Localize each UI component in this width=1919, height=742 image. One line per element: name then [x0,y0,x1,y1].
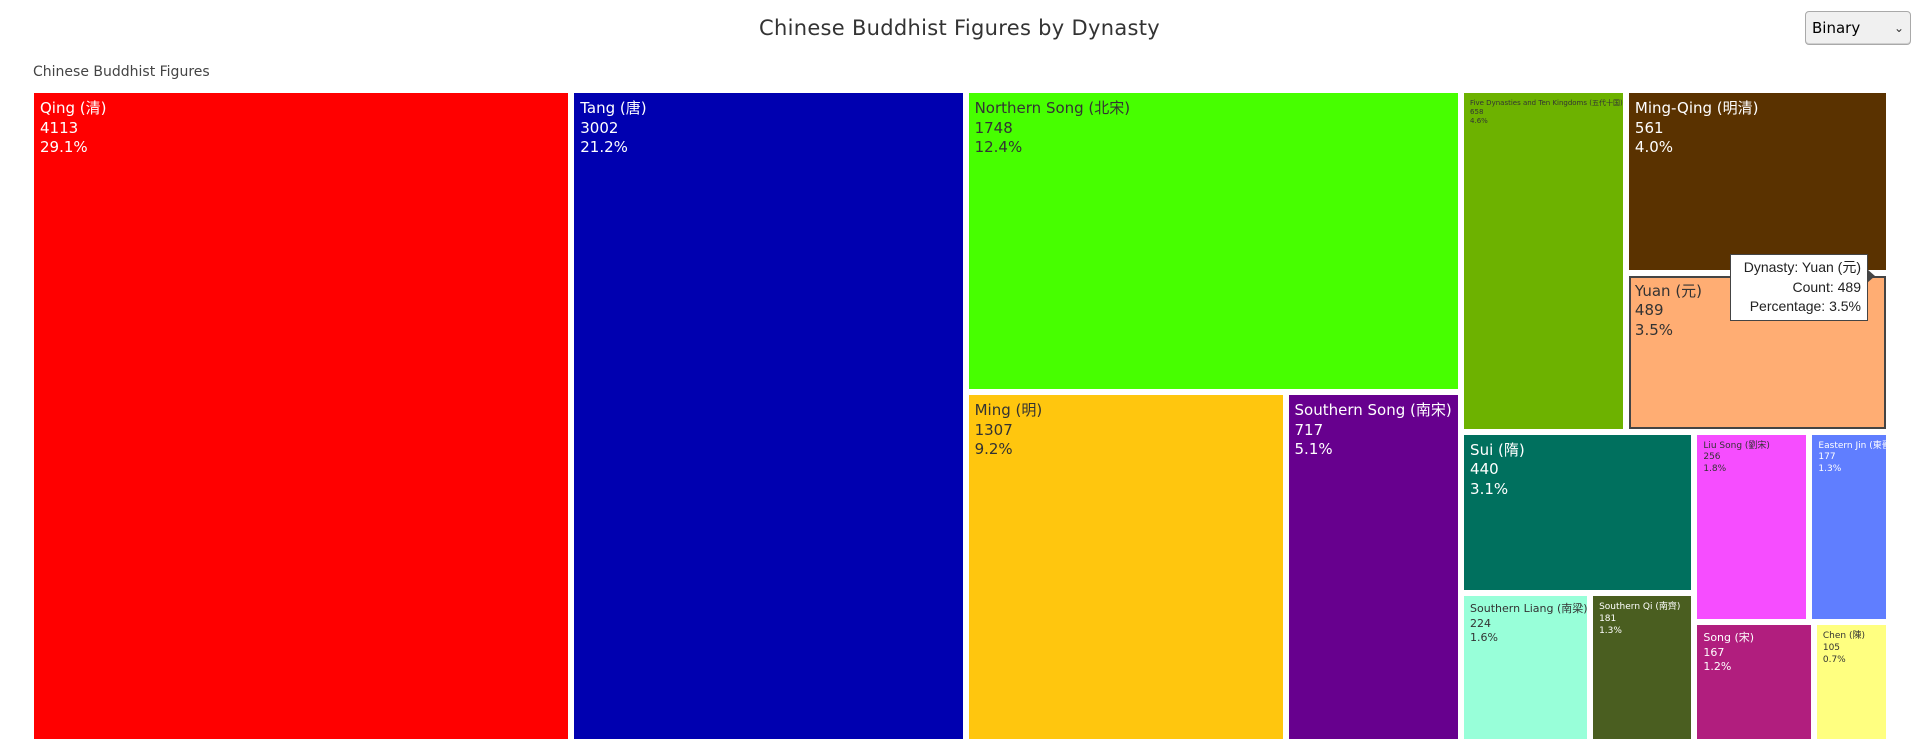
tile-value: 4113 [40,118,79,137]
tile-label: Liu Song (劉宋) [1703,440,1770,451]
treemap-tile-five-dynasties-and-ten-kingdoms[interactable]: Five Dynasties and Ten Kingdoms (五代十国) 65… [1464,93,1623,429]
tile-percentage: 1.3% [1818,464,1842,475]
tile-percentage: 21.2% [580,138,628,156]
tile-value: 105 [1822,643,1841,653]
tile-percentage: 0.7% [1822,654,1846,665]
tooltip-count: Count: 489 [1792,278,1862,295]
hover-tooltip: Dynasty: Yuan (元) Count: 489 Percentage:… [1730,254,1875,321]
tile-label: Southern Song (南宋) [1294,401,1452,420]
tile-percentage: 5.1% [1294,440,1333,459]
tile-value: 1307 [974,420,1013,439]
tile-label: Chen (陳) [1822,631,1865,642]
tile-label: Northern Song (北宋) [974,99,1131,117]
treemap-tile-eastern-jin[interactable]: Eastern Jin (東晉)1771.3% [1812,434,1886,620]
tile-value: 177 [1818,452,1836,463]
treemap-tile-southern-song[interactable]: Southern Song (南宋) 717 5.1% [1288,395,1459,739]
treemap-tile-southern-liang[interactable]: Southern Liang (南梁) 224 1.6% [1464,596,1588,739]
treemap-tile-ming[interactable]: Ming (明) 1307 9.2% [968,395,1283,739]
tile-value: 181 [1599,614,1617,625]
tile-label: Yuan (元) [1634,281,1703,300]
tile-value: 489 [1634,301,1664,320]
tile-value: 717 [1294,420,1324,439]
treemap-tile-qing[interactable]: Qing (清) 4113 29.1% [34,93,569,739]
tile-label: Five Dynasties and Ten Kingdoms (五代十国) [1470,99,1623,107]
tile-label: Eastern Jin (東晉) [1818,440,1886,451]
tile-percentage: 3.5% [1634,320,1674,339]
tile-value: 440 [1470,460,1499,479]
tile-percentage: 1.3% [1599,625,1622,636]
treemap-tile-sui[interactable]: Sui (隋) 440 3.1% [1464,434,1692,591]
tile-value: 224 [1470,616,1492,630]
tile-value: 561 [1634,118,1664,137]
treemap-tile-song[interactable]: Song (宋) 167 1.2% [1697,625,1811,739]
treemap-tile-chen[interactable]: Chen (陳) 105 0.7% [1816,625,1886,739]
treemap-plot: Qing (清) 4113 29.1% Tang (唐) 3002 21.2% Northe… [0,0,1919,742]
tile-value: 167 [1703,645,1725,659]
tile-label: Southern Liang (南梁) [1470,602,1588,616]
tile-value: 256 [1703,452,1721,463]
tile-percentage: 4.0% [1634,138,1674,156]
tile-percentage: 3.1% [1470,479,1509,498]
treemap-tile-ming-qing[interactable]: Ming-Qing (明清) 561 4.0% [1628,93,1886,270]
tile-percentage: 1.2% [1703,659,1732,673]
treemap-tile-liu-song[interactable]: Liu Song (劉宋) 256 1.8% [1697,434,1807,620]
tile-value: 3002 [580,118,619,137]
tile-percentage: 29.1% [40,138,88,156]
tile-percentage: 1.6% [1470,630,1498,644]
tile-label: Sui (隋) [1470,440,1525,459]
tile-label: Southern Qi (南齊) [1599,602,1681,613]
tile-percentage: 9.2% [974,440,1013,459]
tile-label: Ming (明) [974,401,1043,420]
treemap-tile-northern-song[interactable]: Northern Song (北宋) 1748 12.4% [968,93,1459,390]
tile-label: Ming-Qing (明清) [1634,99,1759,117]
tile-percentage: 4.6% [1470,117,1488,126]
tile-percentage: 12.4% [974,138,1023,156]
tile-label: Song (宋) [1703,631,1755,645]
tile-value: 1748 [974,118,1013,137]
treemap-tile-southern-qi[interactable]: Southern Qi (南齊) 181 1.3% [1593,596,1692,739]
tile-percentage: 1.8% [1703,464,1727,475]
tile-value: 658 [1470,108,1484,117]
tooltip-dynasty: Dynasty: Yuan (元) [1743,259,1861,275]
tooltip-percentage: Percentage: 3.5% [1749,298,1861,315]
tile-label: Qing (清) [40,99,107,117]
treemap-tile-tang[interactable]: Tang (唐) 3002 21.2% [574,93,963,739]
tile-label: Tang (唐) [580,99,647,117]
